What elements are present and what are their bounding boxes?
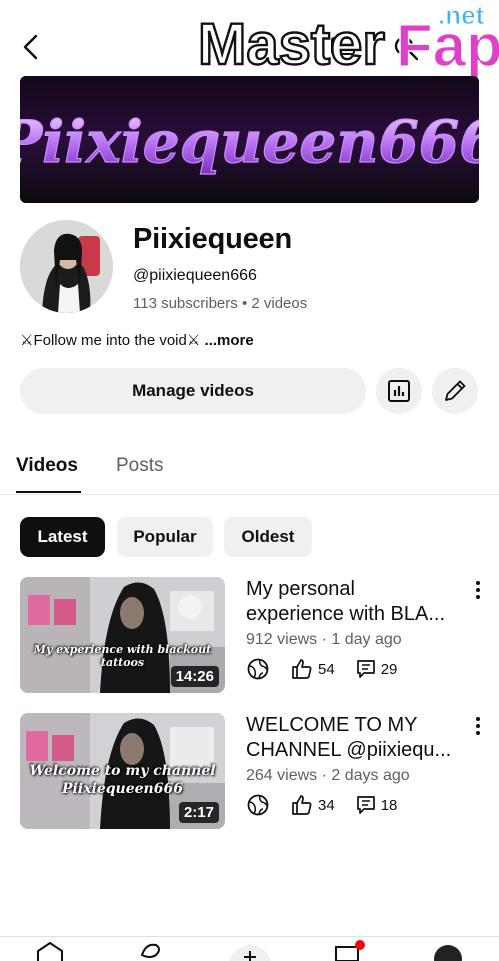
like-count: 54	[318, 660, 335, 678]
video-title[interactable]: WELCOME TO MY CHANNEL @piixiequ...	[246, 713, 458, 763]
back-button[interactable]	[14, 30, 48, 64]
video-stats: 54 29	[246, 656, 397, 682]
subscriptions-icon	[335, 946, 359, 961]
comment-icon	[356, 796, 375, 814]
comment-count: 29	[380, 660, 398, 678]
video-options-button[interactable]	[468, 577, 488, 603]
channel-avatar[interactable]	[20, 220, 113, 313]
channel-description[interactable]: ⚔Follow me into the void⚔ ...more	[20, 331, 254, 349]
chip-popular[interactable]: Popular	[117, 517, 213, 557]
channel-name: Piixiequeen	[133, 223, 292, 255]
back-arrow-icon	[23, 34, 38, 60]
banner-title: Piixiequeen666	[20, 108, 479, 176]
channel-stats: 113 subscribers • 2 videos	[133, 295, 308, 312]
globe-icon	[247, 658, 269, 680]
home-icon	[37, 941, 63, 961]
like-count: 34	[318, 796, 335, 814]
chip-oldest[interactable]: Oldest	[224, 517, 312, 557]
comment-count: 18	[380, 796, 398, 814]
more-link[interactable]: ...more	[204, 332, 253, 349]
video-meta: 912 views · 1 day ago	[246, 631, 402, 648]
video-thumbnail[interactable]: Welcome to my channel Piixiequeen666 2:1…	[20, 713, 225, 829]
you-avatar-icon	[434, 945, 462, 961]
thumbs-up-icon	[292, 795, 312, 815]
tab-videos[interactable]: Videos	[16, 455, 78, 477]
analytics-icon	[388, 380, 410, 402]
tabs-divider	[0, 494, 499, 495]
video-title[interactable]: My personal experience with BLA...	[246, 577, 458, 627]
tab-posts[interactable]: Posts	[116, 455, 164, 477]
chip-latest[interactable]: Latest	[20, 517, 105, 557]
pencil-icon	[445, 380, 466, 401]
video-title-line: experience with BLA...	[246, 603, 445, 625]
channel-banner: Piixiequeen666	[20, 76, 479, 203]
globe-icon	[247, 794, 269, 816]
video-title-line: WELCOME TO MY	[246, 714, 418, 736]
video-thumbnail[interactable]: My experience with blackout tattoos 14:2…	[20, 577, 225, 693]
video-meta: 264 views · 2 days ago	[246, 767, 410, 784]
video-stats: 34 18	[246, 792, 397, 818]
thumbs-up-icon	[292, 659, 312, 679]
watermark-logo: Master Fap .net	[196, 2, 499, 78]
active-tab-indicator	[16, 491, 81, 493]
video-options-button[interactable]	[468, 713, 488, 739]
bottom-navigation	[0, 936, 499, 961]
thumbnail-caption: Welcome to my channel	[29, 763, 216, 779]
shorts-icon	[140, 943, 160, 958]
video-title-line: My personal	[246, 578, 355, 600]
watermark-master: Master	[198, 12, 385, 77]
manage-videos-button[interactable]: Manage videos	[20, 368, 366, 414]
video-title-line: CHANNEL @piixiequ...	[246, 739, 452, 761]
thumbnail-caption: Piixiequeen666	[62, 781, 183, 797]
analytics-button[interactable]	[376, 368, 422, 414]
description-text: ⚔Follow me into the void⚔	[20, 332, 201, 349]
channel-handle: @piixiequeen666	[133, 267, 257, 284]
watermark-tld: .net	[438, 2, 485, 30]
video-duration: 2:17	[178, 802, 219, 823]
comment-icon	[356, 660, 375, 678]
edit-channel-button[interactable]	[432, 368, 478, 414]
video-duration: 14:26	[170, 666, 219, 687]
